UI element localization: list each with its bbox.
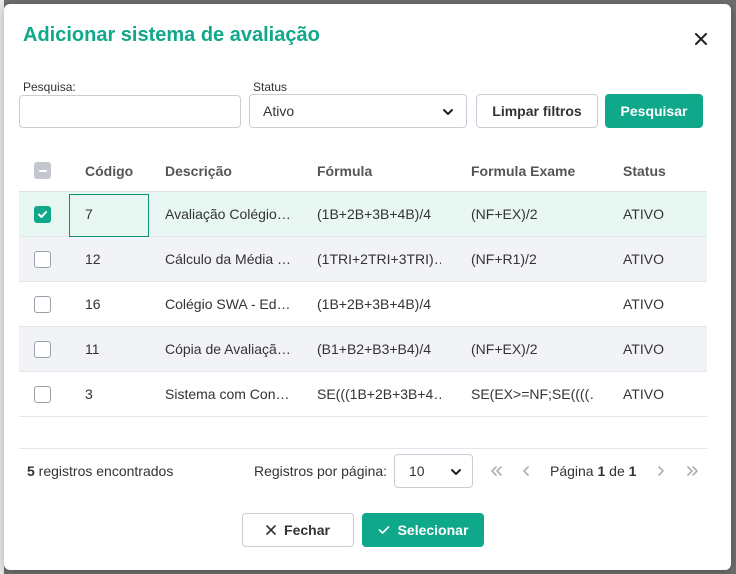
select-button[interactable]: Selecionar [362,513,484,547]
cell-code: 12 [85,251,101,267]
last-page-icon[interactable] [684,462,702,480]
previous-page-icon[interactable] [517,462,535,480]
row-checkbox[interactable] [34,205,51,223]
search-button[interactable]: Pesquisar [605,94,703,128]
close-icon [266,525,276,535]
cell-formula: (B1+B2+B3+B4)/4 [317,341,432,357]
check-icon [38,210,47,218]
row-checkbox[interactable] [34,250,51,268]
cell-exam-formula: (NF+EX)/2 [471,341,538,357]
status-label: Status [253,80,288,94]
cell-description: Colégio SWA - Ed… [165,296,291,312]
per-page-select[interactable]: 10 [394,454,473,488]
first-page-icon[interactable] [487,462,505,480]
cell-status: ATIVO [623,386,664,402]
table-row[interactable]: 3 Sistema com Con… SE(((1B+2B+3B+4… SE(E… [19,372,707,417]
chevron-down-icon [451,469,461,475]
header-exam-formula[interactable]: Formula Exame [471,150,595,191]
next-page-icon[interactable] [652,462,670,480]
table-header: Código Descrição Fórmula Formula Exame S… [19,150,707,192]
cell-description: Cálculo da Média … [165,251,292,267]
search-input[interactable] [19,95,241,128]
header-formula[interactable]: Fórmula [317,150,441,191]
status-select[interactable]: Ativo [249,94,467,128]
search-label: Pesquisa: [23,80,76,94]
records-count: 5 registros encontrados [27,463,174,479]
cell-status: ATIVO [623,206,664,222]
per-page-value: 10 [409,463,425,479]
header-description[interactable]: Descrição [165,150,293,191]
check-icon [378,526,389,534]
header-status[interactable]: Status [623,150,703,191]
close-modal-button[interactable] [690,28,712,50]
cell-formula: (1B+2B+3B+4B)/4 [317,206,432,222]
status-select-value: Ativo [263,103,295,119]
close-button[interactable]: Fechar [242,513,354,547]
cell-status: ATIVO [623,251,664,267]
cell-exam-formula: SE(EX>=NF;SE((((… [471,386,595,402]
per-page-label: Registros por página: [254,463,388,479]
evaluation-systems-table: Código Descrição Fórmula Formula Exame S… [19,150,707,417]
page-indicator: Página 1 de 1 [550,463,637,479]
table-row[interactable]: 11 Cópia de Avaliaçã… (B1+B2+B3+B4)/4 (N… [19,327,707,372]
table-row[interactable]: 16 Colégio SWA - Ed… (1B+2B+3B+4B)/4 ATI… [19,282,707,327]
chevron-down-icon [443,109,453,115]
table-row[interactable]: 12 Cálculo da Média … (1TRI+2TRI+3TRI)… … [19,237,707,282]
select-all-checkbox[interactable] [34,162,51,179]
table-footer-divider [19,448,707,449]
select-button-label: Selecionar [397,522,469,538]
close-button-label: Fechar [284,522,330,538]
cell-status: ATIVO [623,341,664,357]
cell-description: Cópia de Avaliaçã… [165,341,291,357]
cell-formula: (1B+2B+3B+4B)/4 [317,296,432,312]
cell-code: 3 [85,386,93,402]
table-row[interactable]: 7 Avaliação Colégio… (1B+2B+3B+4B)/4 (NF… [19,192,707,237]
modal-title: Adicionar sistema de avaliação [23,24,320,46]
cell-exam-formula [471,282,595,326]
cell-exam-formula: (NF+EX)/2 [471,206,538,222]
cell-description: Sistema com Con… [165,386,290,402]
cell-formula: (1TRI+2TRI+3TRI)… [317,251,441,267]
header-code[interactable]: Código [85,150,159,191]
clear-filters-button[interactable]: Limpar filtros [476,94,598,128]
row-checkbox[interactable] [34,385,51,403]
cell-code: 16 [85,296,101,312]
minus-icon [38,169,47,172]
cell-formula: SE(((1B+2B+3B+4… [317,386,441,402]
cell-code: 7 [85,206,93,222]
close-icon [695,33,707,45]
cell-description: Avaliação Colégio… [165,206,291,222]
row-checkbox[interactable] [34,295,51,313]
cell-status: ATIVO [623,296,664,312]
cell-exam-formula: (NF+R1)/2 [471,251,537,267]
cell-code: 11 [85,341,100,357]
row-checkbox[interactable] [34,340,51,358]
